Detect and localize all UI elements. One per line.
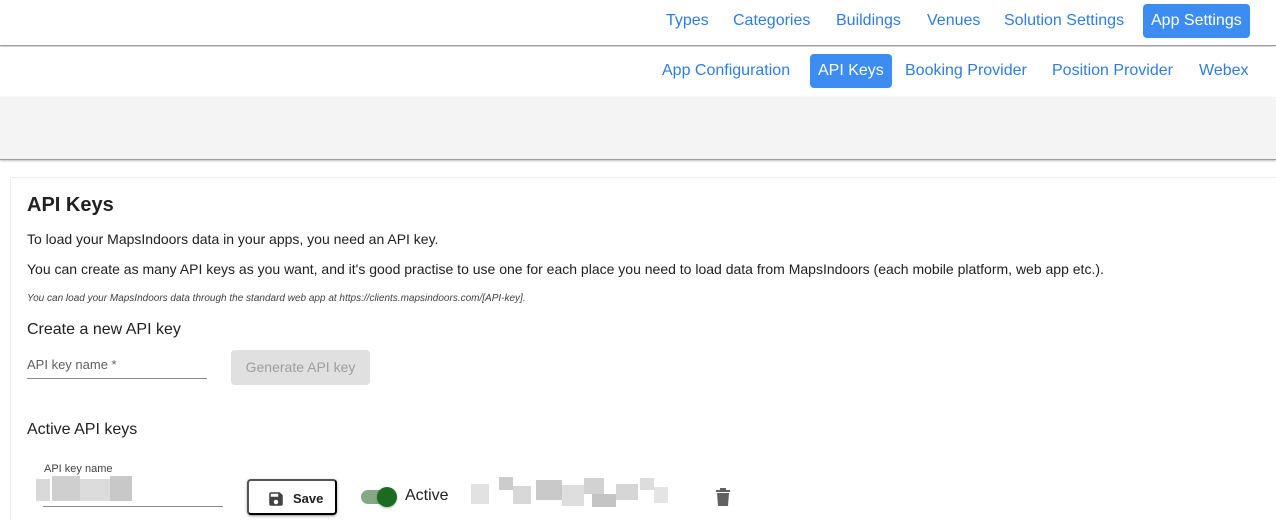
redacted-block xyxy=(640,478,654,490)
active-toggle-label: Active xyxy=(405,487,449,504)
content-card xyxy=(10,177,1276,520)
redacted-block xyxy=(584,478,604,494)
redacted-block xyxy=(654,487,668,503)
redacted-block xyxy=(52,476,80,501)
subnav-booking-provider[interactable]: Booking Provider xyxy=(897,54,1035,88)
page-title: API Keys xyxy=(27,194,114,216)
redacted-block xyxy=(80,479,110,501)
nav-venues[interactable]: Venues xyxy=(919,4,988,38)
hint-text: You can load your MapsIndoors data throu… xyxy=(27,293,526,304)
description-text-2: You can create as many API keys as you w… xyxy=(27,261,1104,277)
active-toggle[interactable] xyxy=(361,486,397,507)
redacted-block xyxy=(499,477,513,490)
save-button[interactable]: Save xyxy=(247,479,337,515)
subnav-api-keys[interactable]: API Keys xyxy=(810,54,892,88)
redacted-block xyxy=(562,485,584,506)
redacted-block xyxy=(616,484,638,500)
api-key-name-input[interactable] xyxy=(27,350,207,379)
subnav-position-provider[interactable]: Position Provider xyxy=(1044,54,1181,88)
floppy-disk-icon xyxy=(269,492,283,506)
generate-api-key-button[interactable]: Generate API key xyxy=(231,350,370,385)
toolbar-area xyxy=(0,97,1276,160)
api-key-name-label: API key name xyxy=(44,463,113,475)
save-button-label: Save xyxy=(293,491,324,506)
nav-solution-settings[interactable]: Solution Settings xyxy=(996,4,1132,38)
nav-app-settings[interactable]: App Settings xyxy=(1143,4,1250,38)
top-navigation: Types Categories Buildings Venues Soluti… xyxy=(0,0,1276,46)
api-key-name-underline xyxy=(43,506,223,507)
redacted-block xyxy=(471,484,489,504)
subnav-app-configuration[interactable]: App Configuration xyxy=(654,54,798,88)
redacted-block xyxy=(36,479,50,501)
create-section-title: Create a new API key xyxy=(27,321,181,338)
subnav-webex[interactable]: Webex xyxy=(1191,54,1257,88)
redacted-block xyxy=(110,476,132,501)
trash-icon[interactable] xyxy=(715,487,731,506)
description-text: To load your MapsIndoors data in your ap… xyxy=(27,231,439,247)
sub-navigation: App Configuration API Keys Booking Provi… xyxy=(0,47,1276,97)
toggle-thumb xyxy=(377,487,397,507)
redacted-block xyxy=(513,486,531,504)
nav-categories[interactable]: Categories xyxy=(725,4,818,38)
nav-types[interactable]: Types xyxy=(658,4,717,38)
redacted-block xyxy=(592,494,616,507)
nav-buildings[interactable]: Buildings xyxy=(828,4,909,38)
redacted-block xyxy=(536,480,562,500)
active-keys-section-title: Active API keys xyxy=(27,421,138,438)
